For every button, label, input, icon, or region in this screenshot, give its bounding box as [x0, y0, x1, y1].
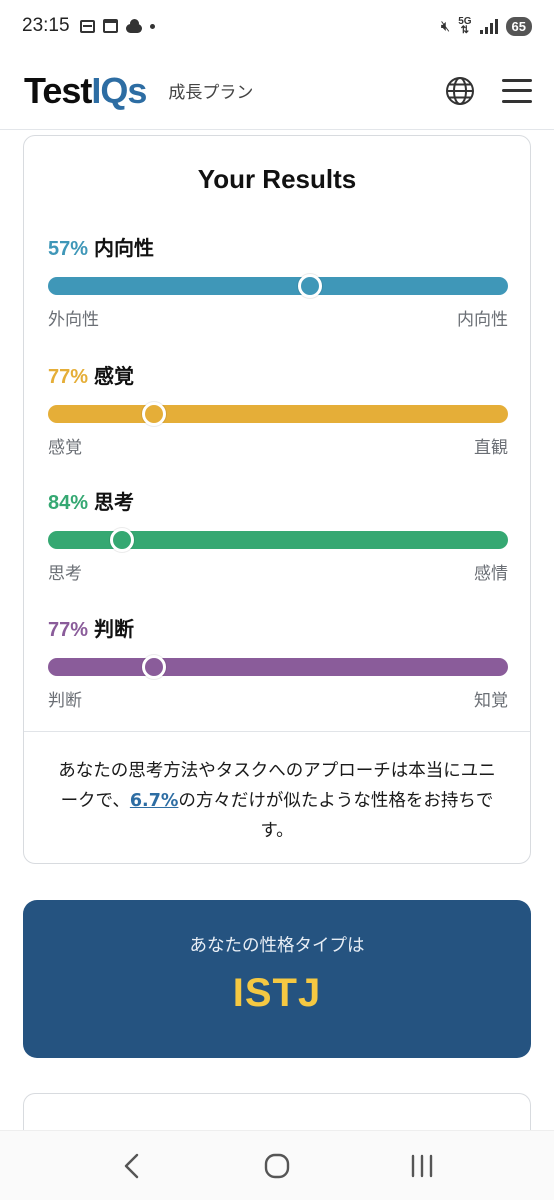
- recent-apps-icon[interactable]: [397, 1141, 447, 1191]
- personality-type-label: あなたの性格タイプは: [189, 936, 365, 956]
- signal-icon: [479, 18, 498, 34]
- trait-right-label: 内向性: [457, 310, 508, 330]
- percentage-link[interactable]: 6.7%: [130, 791, 179, 811]
- personality-type-value: ISTJ: [232, 971, 322, 1015]
- status-time: 23:15: [22, 15, 70, 36]
- trait-percent: 57%: [48, 238, 89, 260]
- trait-left-label: 外向性: [48, 310, 99, 330]
- trait-bar: [48, 655, 508, 679]
- trait-left-label: 判断: [48, 691, 82, 711]
- trait-right-label: 直観: [474, 438, 508, 458]
- home-icon[interactable]: [252, 1141, 302, 1191]
- mute-icon: 🔇︎: [440, 17, 451, 35]
- trait-percent: 77%: [48, 619, 89, 641]
- trait-left-label: 感覚: [48, 438, 82, 458]
- results-summary: あなたの思考方法やタスクへのアプローチは本当にユニークで、6.7%の方々だけが似…: [58, 761, 496, 841]
- personality-type-box: あなたの性格タイプは ISTJ: [23, 900, 531, 1058]
- plan-label: 成長プラン: [168, 83, 254, 103]
- trait-left-label: 思考: [48, 564, 82, 584]
- trait-marker: [298, 274, 323, 298]
- trait-bar: [48, 402, 508, 426]
- trait-row: 84% 思考 思考 感情: [48, 486, 508, 584]
- trait-bar: [48, 528, 508, 552]
- trait-name: 判断: [94, 619, 135, 641]
- globe-icon[interactable]: [444, 75, 476, 107]
- back-icon[interactable]: [107, 1141, 157, 1191]
- trait-name: 内向性: [94, 238, 155, 260]
- trait-marker: [141, 402, 166, 426]
- app-header: TestIQs 成長プラン: [0, 52, 554, 130]
- trait-row: 77% 判断 判断 知覚: [48, 613, 508, 711]
- hamburger-menu-icon[interactable]: [502, 78, 532, 103]
- trait-row: 77% 感覚 感覚 直観: [48, 360, 508, 458]
- divider: [24, 731, 530, 732]
- trait-name: 感覚: [94, 366, 135, 388]
- results-card: Your Results 57% 内向性 外向性 内向性 77% 感覚 感覚 直観 84…: [23, 135, 531, 864]
- trait-right-label: 知覚: [474, 691, 508, 711]
- trait-percent: 84%: [48, 492, 89, 514]
- more-notifications-icon: [149, 23, 155, 29]
- network-type: 5G ⇅: [458, 16, 472, 36]
- wallet-icon: [79, 19, 95, 33]
- notification-icons: [79, 18, 155, 33]
- trait-bar: [48, 274, 508, 298]
- cloud-icon: [125, 18, 142, 33]
- status-bar: 23:15 🔇︎ 5G ⇅ 65: [0, 0, 554, 52]
- results-title: Your Results: [197, 164, 357, 194]
- calendar-icon: [102, 19, 118, 33]
- battery-indicator: 65: [505, 16, 532, 36]
- trait-row: 57% 内向性 外向性 内向性: [48, 232, 508, 330]
- trait-percent: 77%: [48, 366, 89, 388]
- system-icons: 🔇︎ 5G ⇅ 65: [440, 16, 532, 36]
- trait-right-label: 感情: [474, 564, 508, 584]
- trait-marker: [141, 655, 166, 679]
- trait-name: 思考: [94, 492, 135, 514]
- trait-marker: [109, 528, 134, 552]
- system-nav-bar: [0, 1130, 554, 1200]
- testiqs-logo[interactable]: TestIQs: [24, 72, 147, 109]
